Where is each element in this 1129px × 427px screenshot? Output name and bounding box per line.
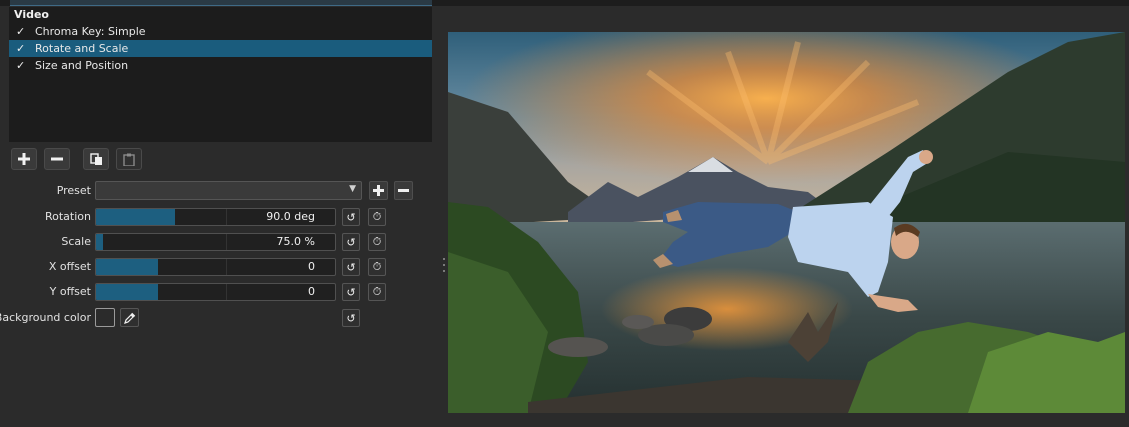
chevron-down-icon: ▼ xyxy=(349,184,356,194)
minus-icon xyxy=(51,157,63,161)
rotation-reset-button[interactable]: ↺ xyxy=(342,208,360,226)
grip-dot xyxy=(443,270,445,272)
y-offset-slider[interactable]: 0 xyxy=(95,283,336,301)
checkmark-icon[interactable]: ✓ xyxy=(16,57,25,74)
filters-section-header: Video xyxy=(9,7,432,23)
color-picker-button[interactable] xyxy=(120,308,139,327)
undo-icon: ↺ xyxy=(346,260,356,274)
paste-filter-button[interactable] xyxy=(116,148,142,170)
add-filter-button[interactable] xyxy=(11,148,37,170)
filter-item-size-and-position[interactable]: ✓ Size and Position xyxy=(9,57,432,74)
slider-divider xyxy=(226,209,227,225)
plus-icon xyxy=(373,185,384,196)
scale-value: 75.0 % xyxy=(276,235,315,248)
rotation-value: 90.0 deg xyxy=(266,210,315,223)
scale-slider[interactable]: 75.0 % xyxy=(95,233,336,251)
checkmark-icon[interactable]: ✓ xyxy=(16,23,25,40)
grip-dot xyxy=(443,258,445,260)
x-offset-label: X offset xyxy=(48,260,91,273)
remove-filter-button[interactable] xyxy=(44,148,70,170)
undo-icon: ↺ xyxy=(346,210,356,224)
filter-item-rotate-and-scale[interactable]: ✓ Rotate and Scale xyxy=(9,40,432,57)
filter-item-label: Rotate and Scale xyxy=(35,42,129,55)
slider-fill xyxy=(96,234,104,250)
rotation-slider[interactable]: 90.0 deg xyxy=(95,208,336,226)
slider-fill xyxy=(96,259,159,275)
y-offset-keyframe-button[interactable]: ⏱ xyxy=(368,283,386,301)
copy-icon xyxy=(89,152,102,165)
background-color-label: Background color xyxy=(0,311,91,324)
video-preview[interactable] xyxy=(448,32,1125,413)
y-offset-label: Y offset xyxy=(49,285,91,298)
background-color-swatch[interactable] xyxy=(95,308,115,327)
undo-icon: ↺ xyxy=(346,285,356,299)
y-offset-value: 0 xyxy=(308,285,315,298)
stopwatch-icon: ⏱ xyxy=(372,235,382,248)
preset-combobox[interactable]: ▼ xyxy=(95,181,362,200)
panel-tab-edge xyxy=(10,0,432,6)
paste-icon xyxy=(123,153,135,166)
save-preset-button[interactable] xyxy=(369,181,388,200)
scale-reset-button[interactable]: ↺ xyxy=(342,233,360,251)
rotation-keyframe-button[interactable]: ⏱ xyxy=(368,208,386,226)
checkmark-icon[interactable]: ✓ xyxy=(16,40,25,57)
splitter-handle[interactable] xyxy=(443,258,446,272)
scale-label: Scale xyxy=(61,235,91,248)
x-offset-keyframe-button[interactable]: ⏱ xyxy=(368,258,386,276)
scale-keyframe-button[interactable]: ⏱ xyxy=(368,233,386,251)
slider-divider xyxy=(226,234,227,250)
undo-icon: ↺ xyxy=(346,235,356,249)
undo-icon: ↺ xyxy=(346,311,356,325)
preset-label: Preset xyxy=(56,184,91,197)
delete-preset-button[interactable] xyxy=(394,181,413,200)
top-tab-strip xyxy=(0,0,1129,6)
x-offset-reset-button[interactable]: ↺ xyxy=(342,258,360,276)
x-offset-value: 0 xyxy=(308,260,315,273)
stopwatch-icon: ⏱ xyxy=(372,285,382,298)
filter-item-chroma-key[interactable]: ✓ Chroma Key: Simple xyxy=(9,23,432,40)
x-offset-slider[interactable]: 0 xyxy=(95,258,336,276)
stopwatch-icon: ⏱ xyxy=(372,210,382,223)
filter-item-label: Size and Position xyxy=(35,59,129,72)
y-offset-reset-button[interactable]: ↺ xyxy=(342,283,360,301)
eyedropper-icon xyxy=(123,312,135,324)
stopwatch-icon: ⏱ xyxy=(372,260,382,273)
grip-dot xyxy=(443,264,445,266)
filter-item-label: Chroma Key: Simple xyxy=(35,25,146,38)
slider-fill xyxy=(96,209,175,225)
preview-frame-image xyxy=(448,32,1125,413)
slider-fill xyxy=(96,284,159,300)
rotation-label: Rotation xyxy=(44,210,91,223)
slider-divider xyxy=(226,284,227,300)
plus-icon xyxy=(18,153,30,165)
background-color-reset-button[interactable]: ↺ xyxy=(342,309,360,327)
minus-icon xyxy=(398,189,409,192)
slider-divider xyxy=(226,259,227,275)
filters-list[interactable]: Video ✓ Chroma Key: Simple ✓ Rotate and … xyxy=(9,7,432,142)
copy-filter-button[interactable] xyxy=(83,148,109,170)
